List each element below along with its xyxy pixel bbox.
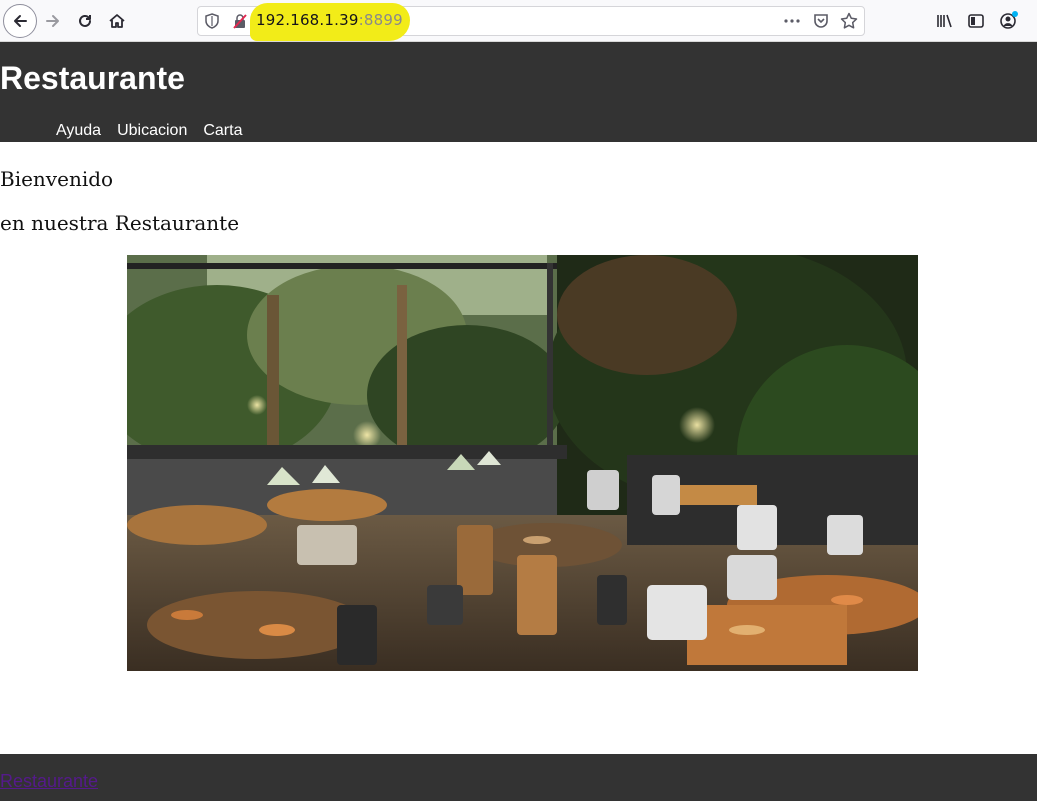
restaurant-interior-illustration: [127, 255, 918, 671]
forward-button[interactable]: [37, 5, 69, 37]
site-header: Restaurante Ayuda Ubicacion Carta: [0, 42, 1037, 142]
welcome-subtitle: en nuestra Restaurante: [0, 211, 240, 235]
back-button[interactable]: [3, 4, 37, 38]
reload-icon: [79, 14, 91, 27]
home-icon: [109, 14, 125, 28]
home-button[interactable]: [101, 5, 133, 37]
nav-ubicacion[interactable]: Ubicacion: [117, 122, 187, 140]
site-footer: Restaurante: [0, 754, 1037, 801]
nav-ayuda[interactable]: Ayuda: [56, 122, 101, 140]
sidebar-icon: [968, 14, 984, 28]
welcome-heading: Bienvenido: [0, 167, 114, 191]
pocket-icon[interactable]: [812, 12, 830, 30]
notification-dot: [1012, 11, 1018, 17]
more-icon[interactable]: [782, 12, 802, 30]
footer-home-link[interactable]: Restaurante: [0, 771, 98, 792]
reload-button[interactable]: [69, 5, 101, 37]
url-host: 192.168.1.39: [256, 11, 359, 29]
library-icon: [937, 14, 952, 28]
browser-toolbar: 192.168.1.39:8899: [0, 0, 1037, 42]
nav-carta[interactable]: Carta: [203, 122, 242, 140]
restaurant-photo: [127, 255, 918, 671]
account-button[interactable]: [992, 5, 1024, 37]
url-port: :8899: [358, 11, 403, 29]
library-button[interactable]: [928, 5, 960, 37]
site-title: Restaurante: [0, 60, 185, 96]
back-icon: [14, 15, 27, 27]
shield-icon[interactable]: [204, 13, 220, 29]
main-nav: Ayuda Ubicacion Carta: [56, 122, 258, 140]
insecure-lock-icon[interactable]: [232, 13, 248, 29]
star-icon[interactable]: [840, 12, 858, 30]
url-text[interactable]: 192.168.1.39:8899: [256, 11, 403, 29]
sidebar-button[interactable]: [960, 5, 992, 37]
forward-icon: [46, 15, 59, 27]
url-bar[interactable]: 192.168.1.39:8899: [197, 3, 865, 41]
